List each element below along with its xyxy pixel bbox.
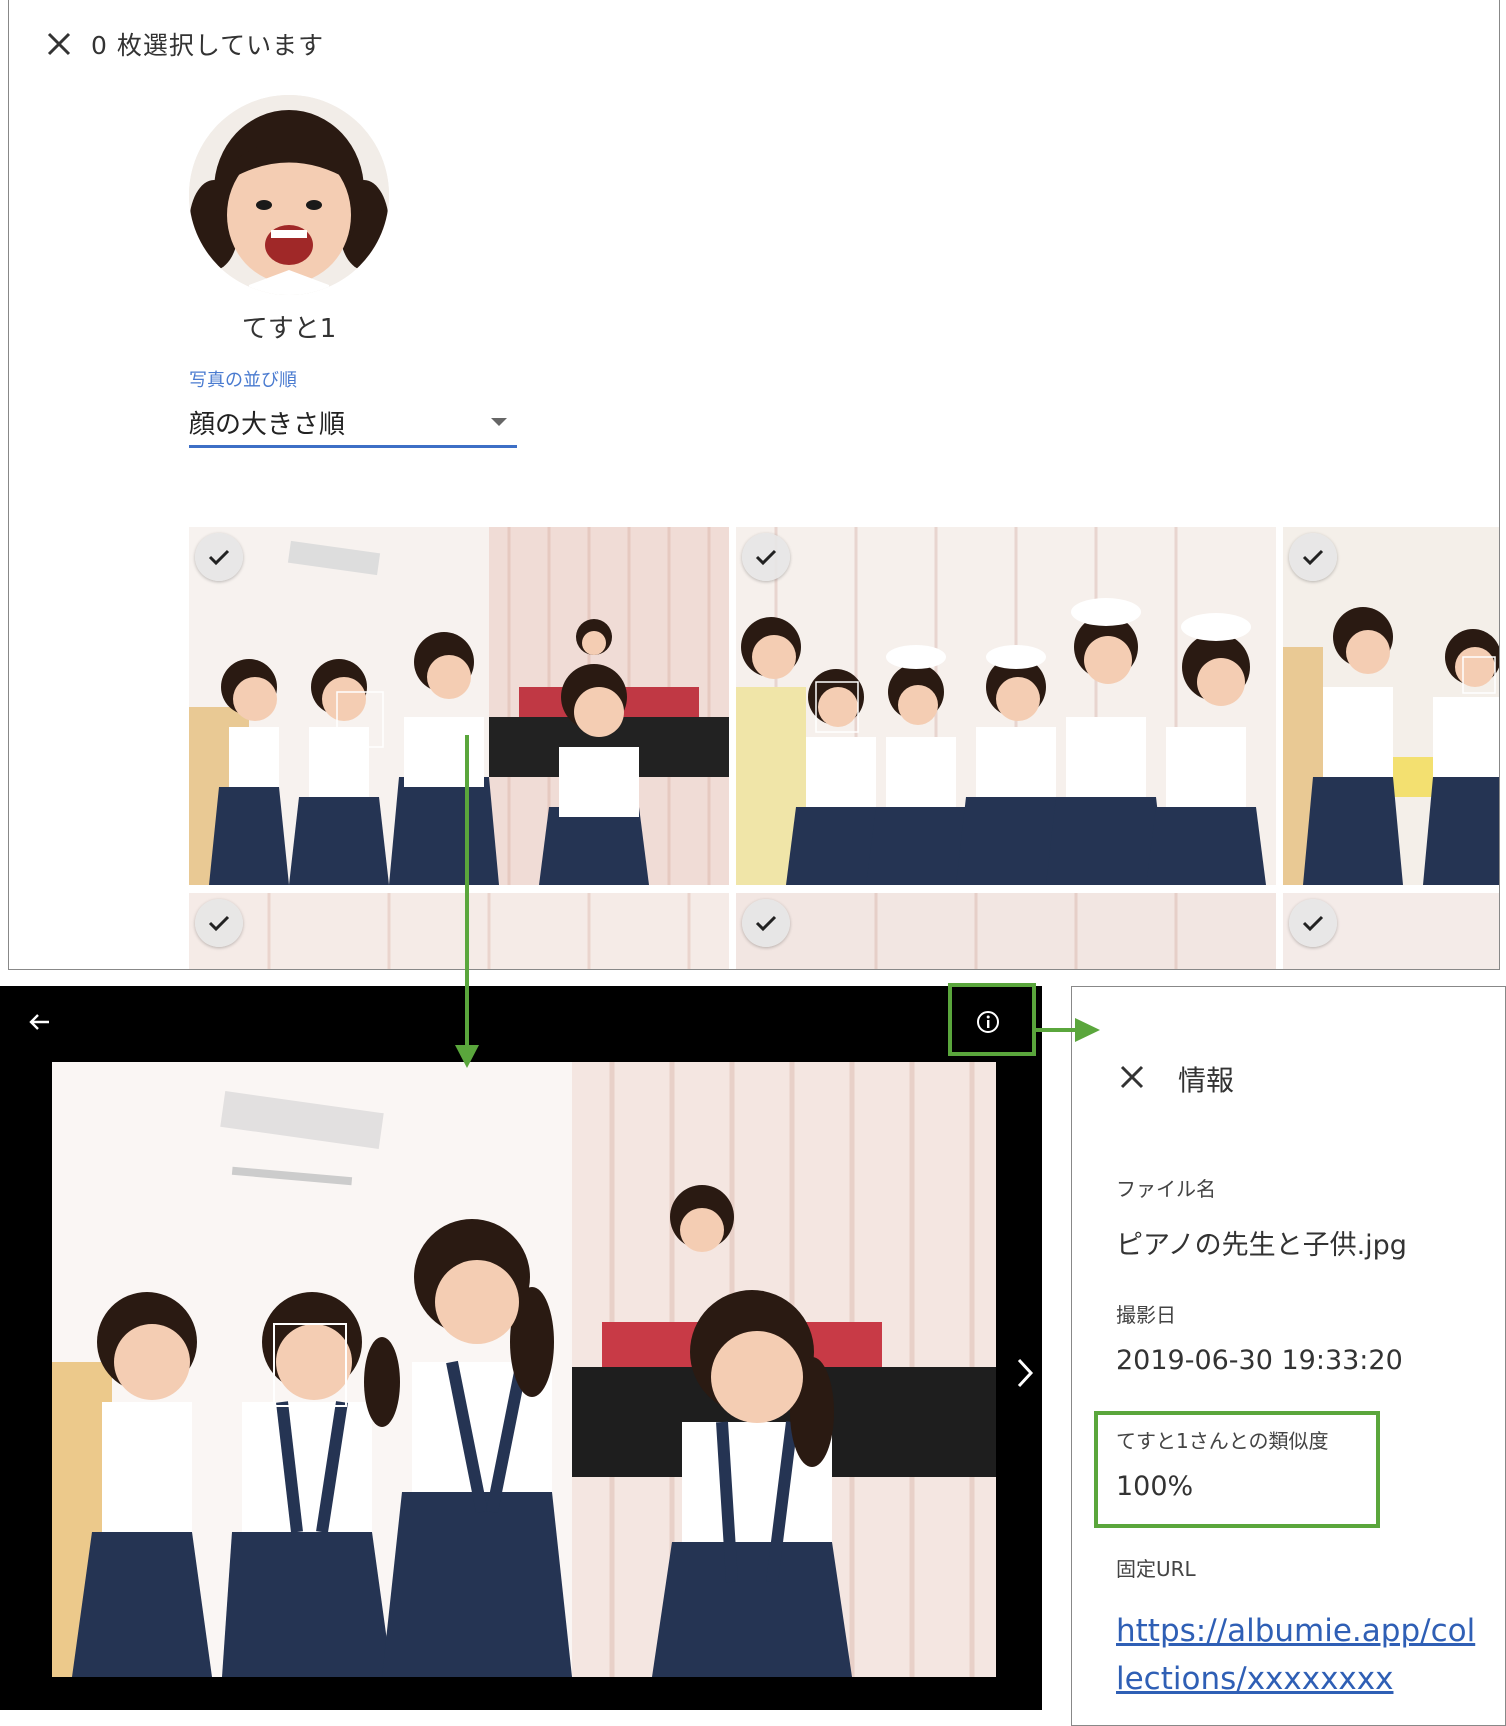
check-icon: [755, 549, 777, 566]
chevron-right-icon: [1017, 1358, 1034, 1388]
close-icon: [47, 32, 71, 56]
info-title: 情報: [1178, 1064, 1235, 1097]
file-name-label: ファイル名: [1116, 1177, 1216, 1201]
photo-thumbnail[interactable]: [736, 893, 1276, 969]
permalink-link[interactable]: https://albumie.app/collections/xxxxxxxx: [1116, 1607, 1476, 1703]
close-info-button[interactable]: [1110, 1055, 1154, 1099]
info-panel: 情報 ファイル名 ピアノの先生と子供.jpg 撮影日 2019-06-30 19…: [1071, 986, 1506, 1726]
select-checkbox[interactable]: [742, 533, 790, 581]
photo-thumbnail[interactable]: [1283, 527, 1499, 885]
photo-viewer: [0, 986, 1042, 1710]
select-checkbox[interactable]: [195, 899, 243, 947]
select-checkbox[interactable]: [195, 533, 243, 581]
select-checkbox[interactable]: [1289, 533, 1337, 581]
permalink-label: 固定URL: [1116, 1557, 1196, 1581]
photo-image: [52, 1062, 996, 1677]
similarity-highlight: [1094, 1411, 1380, 1528]
close-selection-button[interactable]: [37, 22, 81, 66]
back-button[interactable]: [18, 1000, 62, 1044]
select-checkbox[interactable]: [742, 899, 790, 947]
dropdown-caret-icon: [491, 418, 507, 426]
photo-thumbnail[interactable]: [736, 527, 1276, 885]
photo-thumbnail[interactable]: [189, 893, 729, 969]
sort-value: 顔の大きさ順: [189, 410, 346, 440]
check-icon: [1302, 915, 1324, 932]
check-icon: [755, 915, 777, 932]
date-label: 撮影日: [1116, 1303, 1176, 1327]
check-icon: [208, 549, 230, 566]
info-button-highlight: [948, 983, 1036, 1056]
person-name: てすと1: [241, 314, 337, 344]
person-avatar: [189, 95, 389, 295]
person-photos-panel: 0 枚選択しています てすと1 写真の並び順 顔の大きさ順: [8, 0, 1500, 970]
select-checkbox[interactable]: [1289, 899, 1337, 947]
selection-count: 0 枚選択しています: [91, 31, 325, 60]
sort-order-select[interactable]: 顔の大きさ順: [189, 398, 517, 448]
file-name-value: ピアノの先生と子供.jpg: [1116, 1230, 1407, 1261]
date-value: 2019-06-30 19:33:20: [1116, 1345, 1403, 1376]
check-icon: [1302, 549, 1324, 566]
sort-label: 写真の並び順: [189, 370, 297, 391]
close-icon: [1120, 1065, 1144, 1089]
arrow-left-icon: [29, 1014, 49, 1030]
photo-thumbnail[interactable]: [1283, 893, 1499, 969]
check-icon: [208, 915, 230, 932]
photo-thumbnail[interactable]: [189, 527, 729, 885]
next-photo-button[interactable]: [1008, 1346, 1042, 1400]
